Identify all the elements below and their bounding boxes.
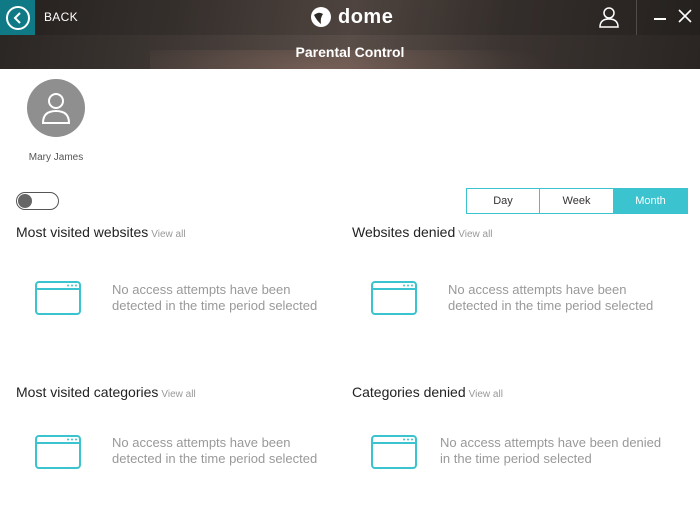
tab-week[interactable]: Week [540,188,614,214]
avatar[interactable] [27,79,85,137]
view-all-link[interactable]: View all [151,229,185,240]
user-icon[interactable] [598,6,620,28]
dome-logo-icon [311,7,331,27]
view-all-link[interactable]: View all [161,389,195,400]
logo-text: dome [338,5,394,28]
empty-message-line: No access attempts have been [112,282,291,297]
section-title-label: Most visited websites [16,224,149,240]
person-icon [41,93,71,124]
section-title-label: Categories denied [352,384,466,400]
tab-month[interactable]: Month [614,188,688,214]
section-title-label: Websites denied [352,224,456,240]
empty-message-line: detected in the time period selected [112,298,318,313]
empty-state-message: No access attempts have been denied in t… [440,435,690,467]
close-icon[interactable] [677,8,693,24]
chevron-left-icon [5,5,30,30]
profile-name: Mary James [28,152,84,163]
empty-message-line: detected in the time period selected [112,451,318,466]
most-visited-categories-title: Most visited categories View all [16,384,196,400]
app-header: BACK dome Parental Control [0,0,700,69]
dome-logo: dome [310,4,393,30]
empty-message-line: No access attempts have been [112,435,291,450]
minimize-icon[interactable] [654,18,666,20]
browser-window-icon [35,281,81,315]
view-all-link[interactable]: View all [458,229,492,240]
empty-message-line: No access attempts have been [448,282,627,297]
view-all-link[interactable]: View all [469,389,503,400]
tab-day[interactable]: Day [466,188,540,214]
categories-denied-title: Categories denied View all [352,384,503,400]
back-button[interactable] [0,0,35,35]
page-title: Parental Control [295,44,405,60]
empty-state-message: No access attempts have been detected in… [112,282,342,314]
empty-message-line: No access attempts have been denied [440,435,662,450]
browser-window-icon [371,435,417,469]
empty-state-message: No access attempts have been detected in… [112,435,342,467]
empty-state-message: No access attempts have been detected in… [448,282,678,314]
empty-message-line: detected in the time period selected [448,298,654,313]
back-label[interactable]: BACK [44,10,78,24]
empty-message-line: in the time period selected [440,451,592,466]
toggle-knob [18,194,32,208]
browser-window-icon [371,281,417,315]
section-title-label: Most visited categories [16,384,159,400]
period-selector: Day Week Month [466,188,688,214]
title-bar-divider [636,0,637,35]
websites-denied-title: Websites denied View all [352,224,493,240]
browser-window-icon [35,435,81,469]
protection-toggle[interactable] [16,192,59,210]
most-visited-websites-title: Most visited websites View all [16,224,186,240]
